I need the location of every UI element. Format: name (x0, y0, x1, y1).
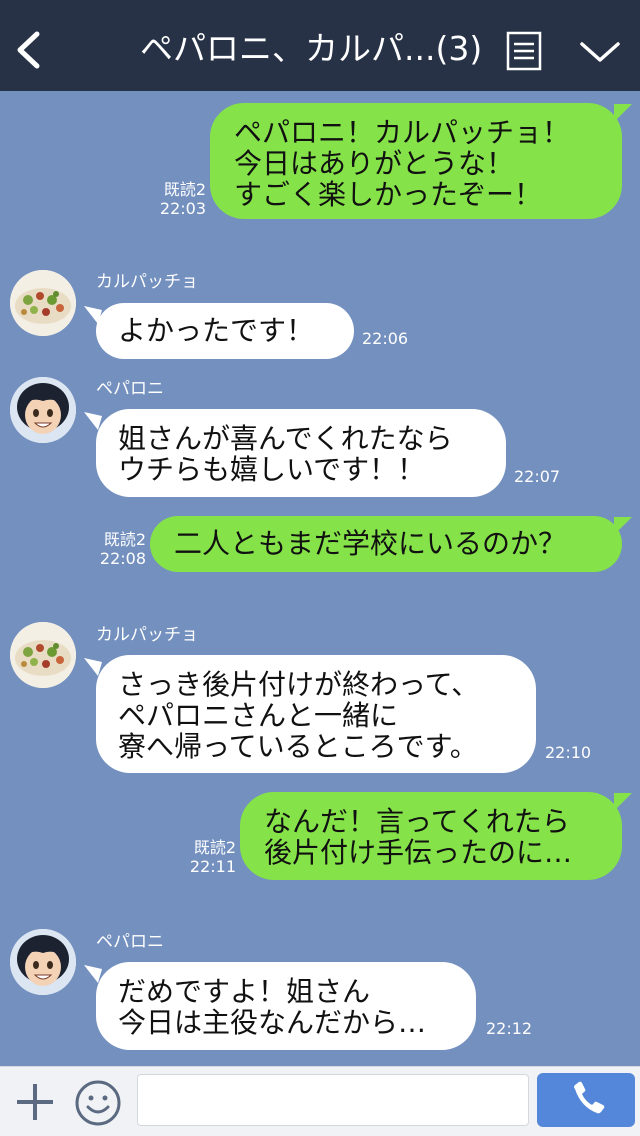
sender-name: カルパッチョ (96, 625, 198, 645)
add-button[interactable] (14, 1081, 56, 1123)
sender-name: ペパロニ (96, 932, 164, 952)
incoming-message[interactable]: 姐さんが喜んでくれたなら ウチらも嬉しいです！！ (96, 409, 506, 497)
bubble-tail (614, 517, 632, 535)
list-icon (506, 31, 542, 71)
outgoing-message[interactable]: なんだ！言ってくれたら 後片付け手伝ったのに… (240, 792, 622, 880)
call-button[interactable] (537, 1073, 635, 1127)
sender-name: ペパロニ (96, 379, 164, 399)
expand-button[interactable] (578, 36, 622, 68)
message-time: 22:10 (545, 743, 592, 762)
incoming-message[interactable]: さっき後片付けが終わって、 ペパロニさんと一緒に 寮へ帰っているところです。 (96, 655, 536, 773)
avatar-carpaccio[interactable] (10, 622, 76, 688)
chat-header: ペパロニ、カルパ...(3) (0, 0, 640, 91)
menu-button[interactable] (506, 31, 542, 71)
back-button[interactable] (10, 28, 46, 72)
emoji-button[interactable] (74, 1079, 122, 1127)
chat-title: ペパロニ、カルパ...(3) (140, 29, 483, 68)
chevron-down-icon (580, 42, 620, 62)
bubble-tail (614, 104, 632, 122)
outgoing-message[interactable]: ペパロニ！カルパッチョ！ 今日はありがとうな！ すごく楽しかったぞー！ (210, 103, 622, 219)
read-receipt: 既読2 22:08 (99, 530, 146, 568)
message-time: 22:06 (362, 329, 409, 348)
message-input[interactable] (137, 1074, 529, 1126)
read-receipt: 既読2 22:11 (189, 838, 236, 876)
emoji-icon (75, 1080, 121, 1126)
phone-icon (574, 1081, 605, 1114)
avatar-carpaccio[interactable] (10, 270, 76, 336)
avatar-pepperoni[interactable] (10, 377, 76, 443)
message-time: 22:12 (486, 1019, 533, 1038)
outgoing-message[interactable]: 二人ともまだ学校にいるのか？ (150, 516, 622, 572)
avatar-pepperoni[interactable] (10, 929, 76, 995)
chevron-left-icon (17, 31, 40, 69)
incoming-message[interactable]: だめですよ！姐さん 今日は主役なんだから… (96, 962, 476, 1050)
read-receipt: 既読2 22:03 (159, 180, 206, 218)
plus-icon (17, 1084, 53, 1120)
bubble-tail (614, 793, 632, 811)
sender-name: カルパッチョ (96, 272, 198, 292)
incoming-message[interactable]: よかったです！ (96, 303, 354, 359)
message-time: 22:07 (514, 467, 561, 486)
input-bar (0, 1066, 640, 1136)
